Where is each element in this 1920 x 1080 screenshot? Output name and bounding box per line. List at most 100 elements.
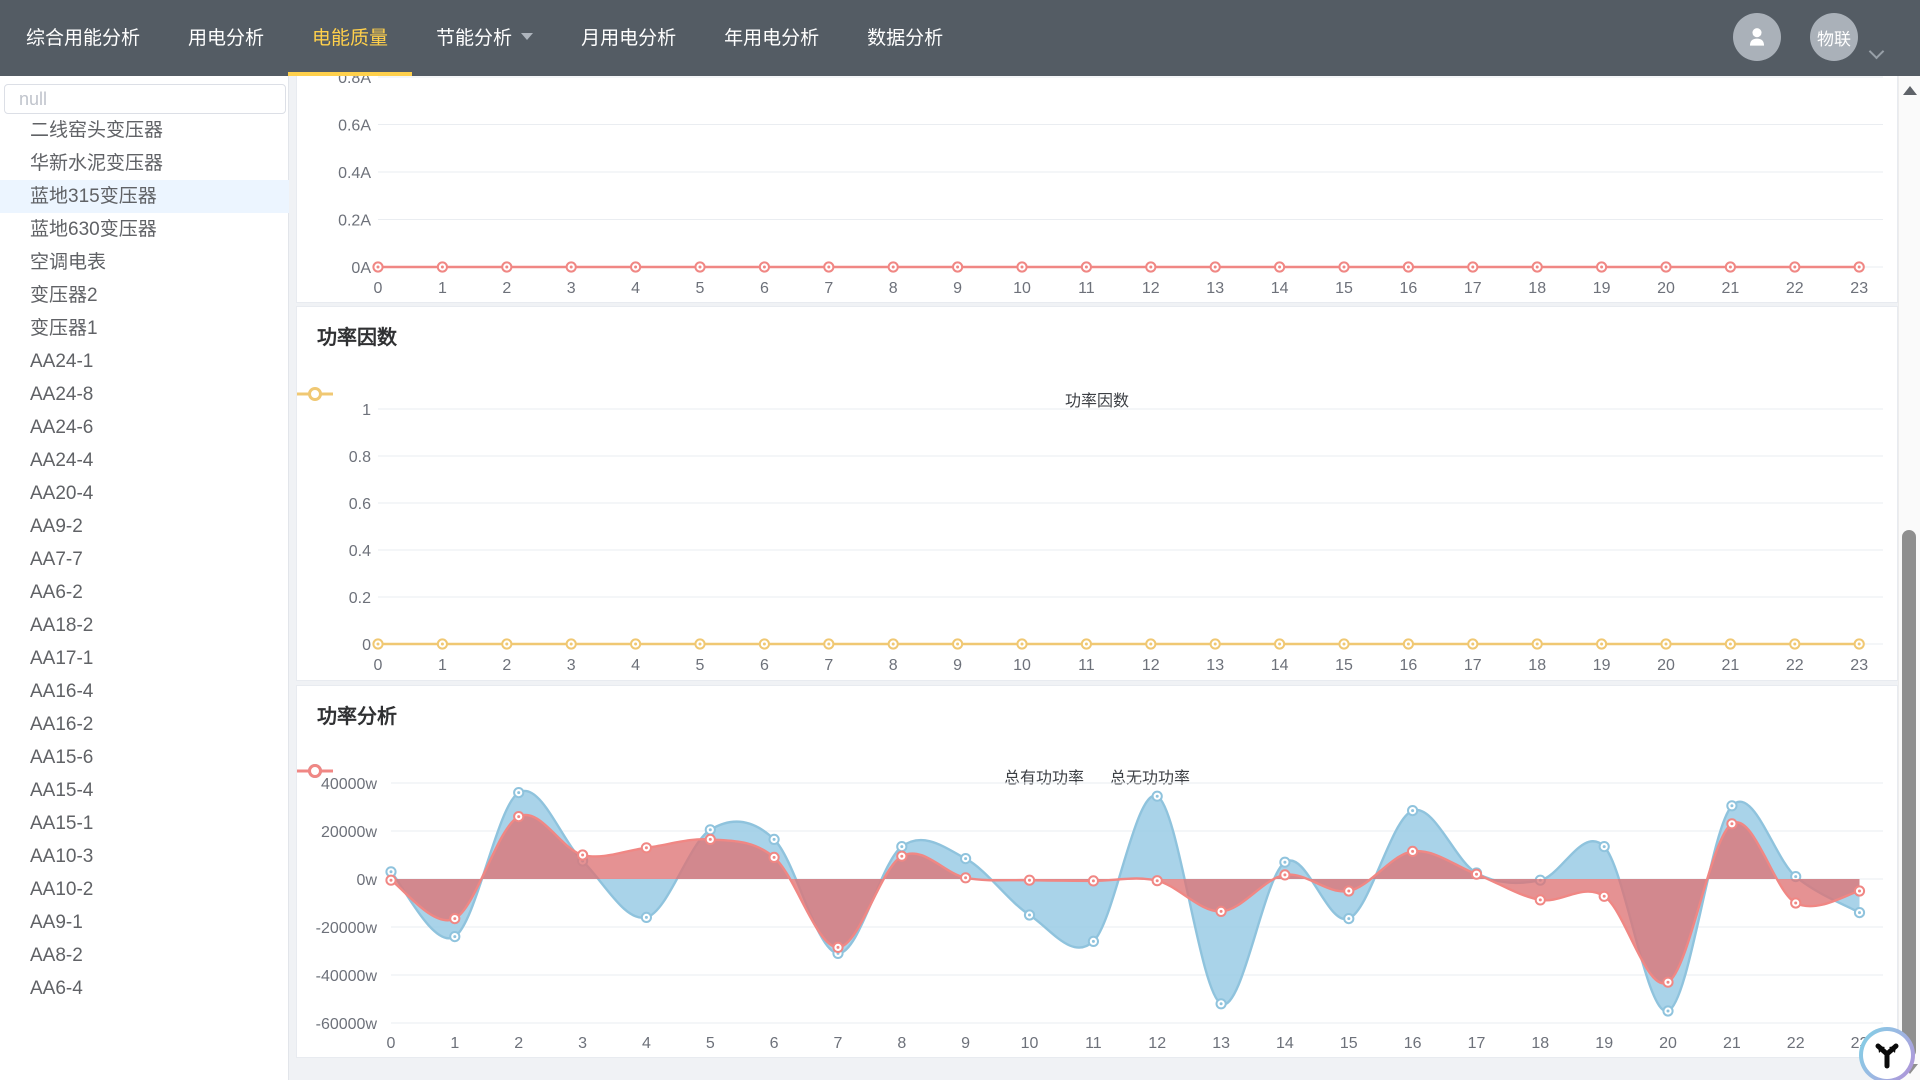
- svg-text:19: 19: [1595, 1035, 1613, 1052]
- svg-text:20: 20: [1659, 1035, 1677, 1052]
- device-list-item[interactable]: 二线窑头变压器: [0, 114, 289, 147]
- svg-text:20: 20: [1657, 280, 1675, 297]
- nav-tab-label: 电能质量: [312, 23, 388, 50]
- device-list-item[interactable]: AA20-4: [0, 477, 289, 510]
- svg-text:19: 19: [1593, 657, 1611, 674]
- vertical-scrollbar[interactable]: [1898, 76, 1920, 1080]
- svg-text:5: 5: [696, 280, 705, 297]
- svg-text:10: 10: [1013, 657, 1031, 674]
- device-list-item[interactable]: AA8-2: [0, 939, 289, 972]
- nav-tab[interactable]: 综合用能分析: [2, 0, 164, 76]
- svg-text:3: 3: [578, 1035, 587, 1052]
- nav-tab-label: 月用电分析: [581, 23, 676, 50]
- svg-text:20: 20: [1657, 657, 1675, 674]
- svg-text:7: 7: [824, 657, 833, 674]
- device-search-input[interactable]: [4, 84, 286, 114]
- svg-text:0.6A: 0.6A: [338, 118, 371, 135]
- nav-menu: 综合用能分析用电分析电能质量 节能分析 月用电分析年用电分析数据分析: [2, 0, 967, 76]
- scroll-up-arrow-icon[interactable]: [1903, 86, 1917, 95]
- svg-text:0.4: 0.4: [349, 543, 371, 560]
- device-list-item[interactable]: AA16-4: [0, 675, 289, 708]
- device-list-item[interactable]: 变压器2: [0, 279, 289, 312]
- svg-text:6: 6: [760, 280, 769, 297]
- chevron-down-icon[interactable]: [1869, 44, 1885, 60]
- device-list-item[interactable]: 蓝地630变压器: [0, 213, 289, 246]
- svg-text:6: 6: [770, 1035, 779, 1052]
- device-list-item[interactable]: AA24-4: [0, 444, 289, 477]
- svg-text:9: 9: [961, 1035, 970, 1052]
- device-sidebar: 二线窑头变压器华新水泥变压器蓝地315变压器蓝地630变压器空调电表变压器2变压…: [0, 76, 289, 1080]
- svg-text:13: 13: [1212, 1035, 1230, 1052]
- device-list-item[interactable]: AA6-4: [0, 972, 289, 1005]
- svg-text:4: 4: [631, 657, 640, 674]
- nav-tab[interactable]: 用电分析: [164, 0, 288, 76]
- device-list-item[interactable]: 华新水泥变压器: [0, 147, 289, 180]
- power-factor-panel: 功率因数 功率因数 10.80.60.40.200123456789101112…: [296, 306, 1898, 681]
- tenant-badge-label: 物联: [1817, 25, 1851, 50]
- device-list-item[interactable]: AA15-1: [0, 807, 289, 840]
- svg-text:0A: 0A: [351, 260, 371, 277]
- chevron-down-icon: [521, 33, 533, 40]
- svg-text:-40000w: -40000w: [316, 968, 378, 985]
- device-list-item[interactable]: AA10-3: [0, 840, 289, 873]
- svg-text:11: 11: [1078, 280, 1095, 297]
- nav-tab[interactable]: 年用电分析: [700, 0, 843, 76]
- device-list-item[interactable]: AA9-1: [0, 906, 289, 939]
- device-list-item[interactable]: 变压器1: [0, 312, 289, 345]
- navbar-right: 物联: [1680, 0, 1920, 76]
- nav-tab-label: 数据分析: [867, 23, 943, 50]
- svg-text:8: 8: [889, 657, 898, 674]
- device-list-item[interactable]: AA7-7: [0, 543, 289, 576]
- svg-text:19: 19: [1593, 280, 1611, 297]
- nav-tab[interactable]: 节能分析: [412, 0, 557, 76]
- svg-text:2: 2: [502, 280, 511, 297]
- device-list-item[interactable]: AA15-6: [0, 741, 289, 774]
- device-list-item[interactable]: AA9-2: [0, 510, 289, 543]
- top-navbar: 综合用能分析用电分析电能质量 节能分析 月用电分析年用电分析数据分析 物联: [0, 0, 1920, 76]
- svg-text:13: 13: [1206, 657, 1224, 674]
- svg-text:16: 16: [1404, 1035, 1422, 1052]
- svg-text:10: 10: [1013, 280, 1031, 297]
- device-list-item[interactable]: AA24-1: [0, 345, 289, 378]
- device-list-item[interactable]: AA24-6: [0, 411, 289, 444]
- nav-tab[interactable]: 月用电分析: [557, 0, 700, 76]
- svg-text:22: 22: [1787, 1035, 1805, 1052]
- svg-text:17: 17: [1468, 1035, 1486, 1052]
- device-list-item[interactable]: AA15-4: [0, 774, 289, 807]
- device-list-item[interactable]: AA6-2: [0, 576, 289, 609]
- scrollbar-thumb[interactable]: [1902, 530, 1916, 1058]
- nav-tab[interactable]: 数据分析: [843, 0, 967, 76]
- svg-text:11: 11: [1085, 1035, 1102, 1052]
- device-list-item[interactable]: 空调电表: [0, 246, 289, 279]
- svg-text:15: 15: [1335, 657, 1353, 674]
- floating-logo-widget[interactable]: [1859, 1027, 1915, 1080]
- user-icon: [1744, 24, 1770, 50]
- device-list-item[interactable]: AA10-2: [0, 873, 289, 906]
- svg-text:8: 8: [889, 280, 898, 297]
- user-avatar[interactable]: [1733, 13, 1781, 61]
- nav-tab-label: 节能分析: [436, 23, 512, 50]
- svg-text:1: 1: [450, 1035, 459, 1052]
- device-list-item[interactable]: 蓝地315变压器: [0, 180, 289, 213]
- power-analysis-panel: 功率分析 总有功功率 总无功功率 40000w20000w0w-20000w-4…: [296, 685, 1898, 1058]
- nav-tab[interactable]: 电能质量: [288, 0, 412, 76]
- device-list-item[interactable]: AA17-1: [0, 642, 289, 675]
- svg-text:21: 21: [1722, 657, 1740, 674]
- svg-text:0.2A: 0.2A: [338, 213, 371, 230]
- svg-text:-60000w: -60000w: [316, 1016, 378, 1033]
- svg-text:5: 5: [696, 657, 705, 674]
- svg-text:0.8A: 0.8A: [338, 76, 371, 87]
- svg-text:8: 8: [897, 1035, 906, 1052]
- device-list-item[interactable]: AA18-2: [0, 609, 289, 642]
- svg-text:18: 18: [1528, 280, 1546, 297]
- tenant-badge[interactable]: 物联: [1810, 13, 1858, 61]
- svg-text:17: 17: [1464, 280, 1482, 297]
- svg-text:3: 3: [567, 280, 576, 297]
- logo-circle: [1863, 1031, 1911, 1079]
- device-list-item[interactable]: AA16-2: [0, 708, 289, 741]
- svg-text:6: 6: [760, 657, 769, 674]
- device-list-item[interactable]: AA24-8: [0, 378, 289, 411]
- svg-text:1: 1: [438, 657, 447, 674]
- svg-text:21: 21: [1722, 280, 1740, 297]
- svg-text:18: 18: [1528, 657, 1546, 674]
